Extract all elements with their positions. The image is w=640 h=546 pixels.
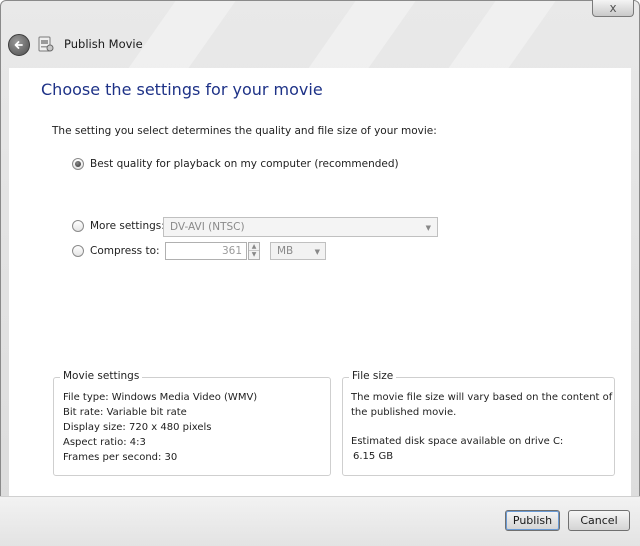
disk-space-value: 6.15 GB	[353, 451, 394, 462]
size-unit-dropdown[interactable]: MB ▼	[270, 242, 326, 260]
compress-size-input[interactable]: 361	[165, 242, 247, 260]
option-compress[interactable]: Compress to:	[72, 245, 160, 257]
file-size-title: File size	[349, 370, 397, 382]
size-unit-value: MB	[277, 245, 294, 257]
disk-space-label: Estimated disk space available on drive …	[351, 436, 564, 447]
page-heading: Choose the settings for your movie	[41, 80, 323, 99]
compress-radio[interactable]	[72, 245, 84, 257]
more-settings-radio[interactable]	[72, 220, 84, 232]
movie-setting-file-type: File type: Windows Media Video (WMV)	[63, 392, 258, 403]
chevron-down-icon: ▼	[425, 224, 431, 232]
best-quality-label: Best quality for playback on my computer…	[90, 158, 399, 170]
movie-publish-icon	[38, 36, 54, 52]
option-best-quality[interactable]: Best quality for playback on my computer…	[72, 158, 399, 170]
movie-setting-display-size: Display size: 720 x 480 pixels	[63, 422, 212, 433]
more-settings-value: DV-AVI (NTSC)	[170, 221, 245, 233]
close-icon: x	[609, 1, 617, 15]
spin-up-icon[interactable]: ▲	[249, 243, 259, 251]
wizard-header: Publish Movie	[0, 20, 640, 70]
close-button[interactable]: x	[592, 0, 634, 17]
wizard-title: Publish Movie	[64, 37, 143, 51]
movie-settings-title: Movie settings	[60, 370, 143, 382]
spin-down-icon[interactable]: ▼	[249, 251, 259, 259]
more-settings-label: More settings:	[90, 220, 165, 232]
page-description: The setting you select determines the qu…	[52, 125, 437, 137]
movie-settings-group: Movie settings File type: Windows Media …	[53, 370, 331, 476]
publish-button[interactable]: Publish	[505, 510, 560, 531]
option-more-settings[interactable]: More settings:	[72, 220, 165, 232]
movie-setting-bit-rate: Bit rate: Variable bit rate	[63, 407, 187, 418]
file-size-group: File size The movie file size will vary …	[342, 370, 615, 476]
chevron-down-icon: ▼	[314, 248, 320, 256]
compress-label: Compress to:	[90, 245, 160, 257]
back-arrow-icon	[14, 41, 23, 49]
compress-size-spinner[interactable]: ▲ ▼	[248, 242, 260, 260]
back-button[interactable]	[8, 34, 30, 56]
movie-setting-aspect-ratio: Aspect ratio: 4:3	[63, 437, 146, 448]
cancel-button[interactable]: Cancel	[568, 510, 630, 531]
file-size-note: The movie file size will vary based on t…	[351, 392, 613, 418]
movie-setting-fps: Frames per second: 30	[63, 452, 178, 463]
best-quality-radio[interactable]	[72, 158, 84, 170]
more-settings-dropdown[interactable]: DV-AVI (NTSC) ▼	[163, 217, 438, 237]
